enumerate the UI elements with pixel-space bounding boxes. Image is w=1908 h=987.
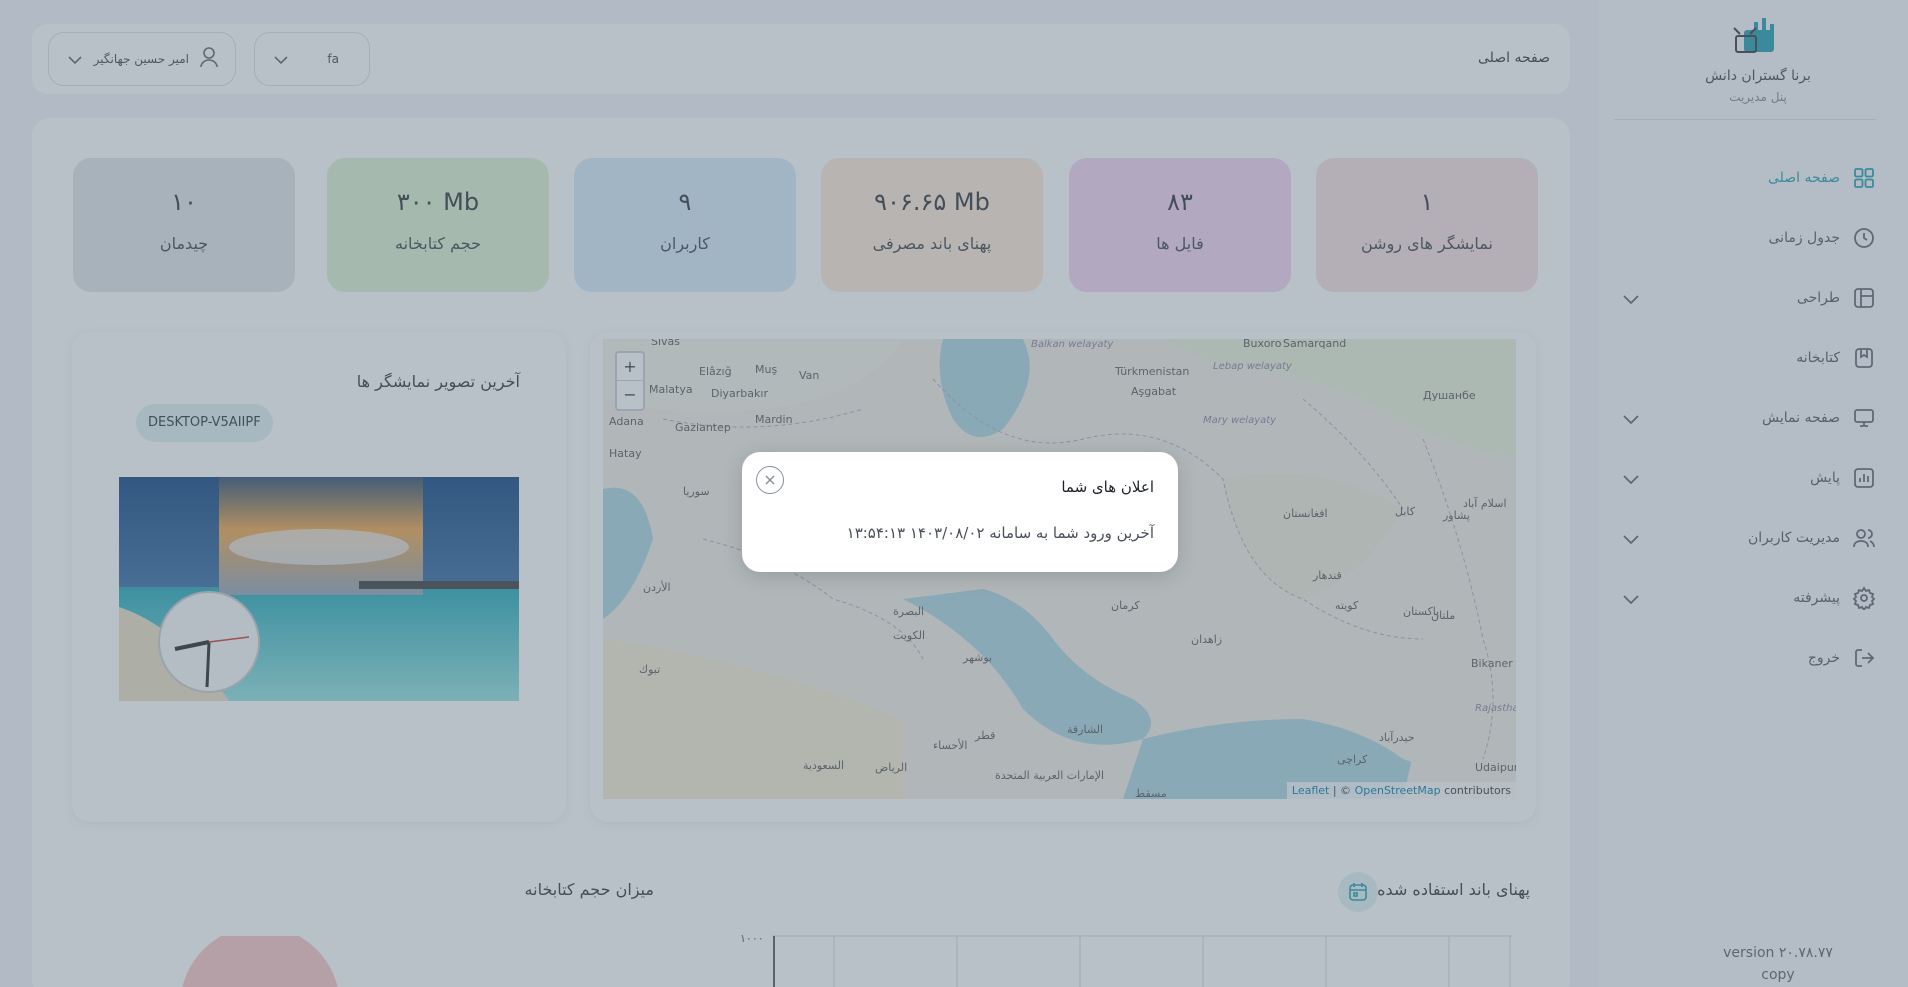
close-button[interactable]	[756, 466, 784, 494]
modal-body: آخرین ورود شما به سامانه ۱۴۰۳/۰۸/۰۲ ۱۳:۵…	[846, 524, 1154, 542]
notifications-modal: اعلان های شما آخرین ورود شما به سامانه ۱…	[742, 452, 1178, 572]
modal-title: اعلان های شما	[1061, 478, 1154, 496]
close-icon	[764, 471, 776, 490]
